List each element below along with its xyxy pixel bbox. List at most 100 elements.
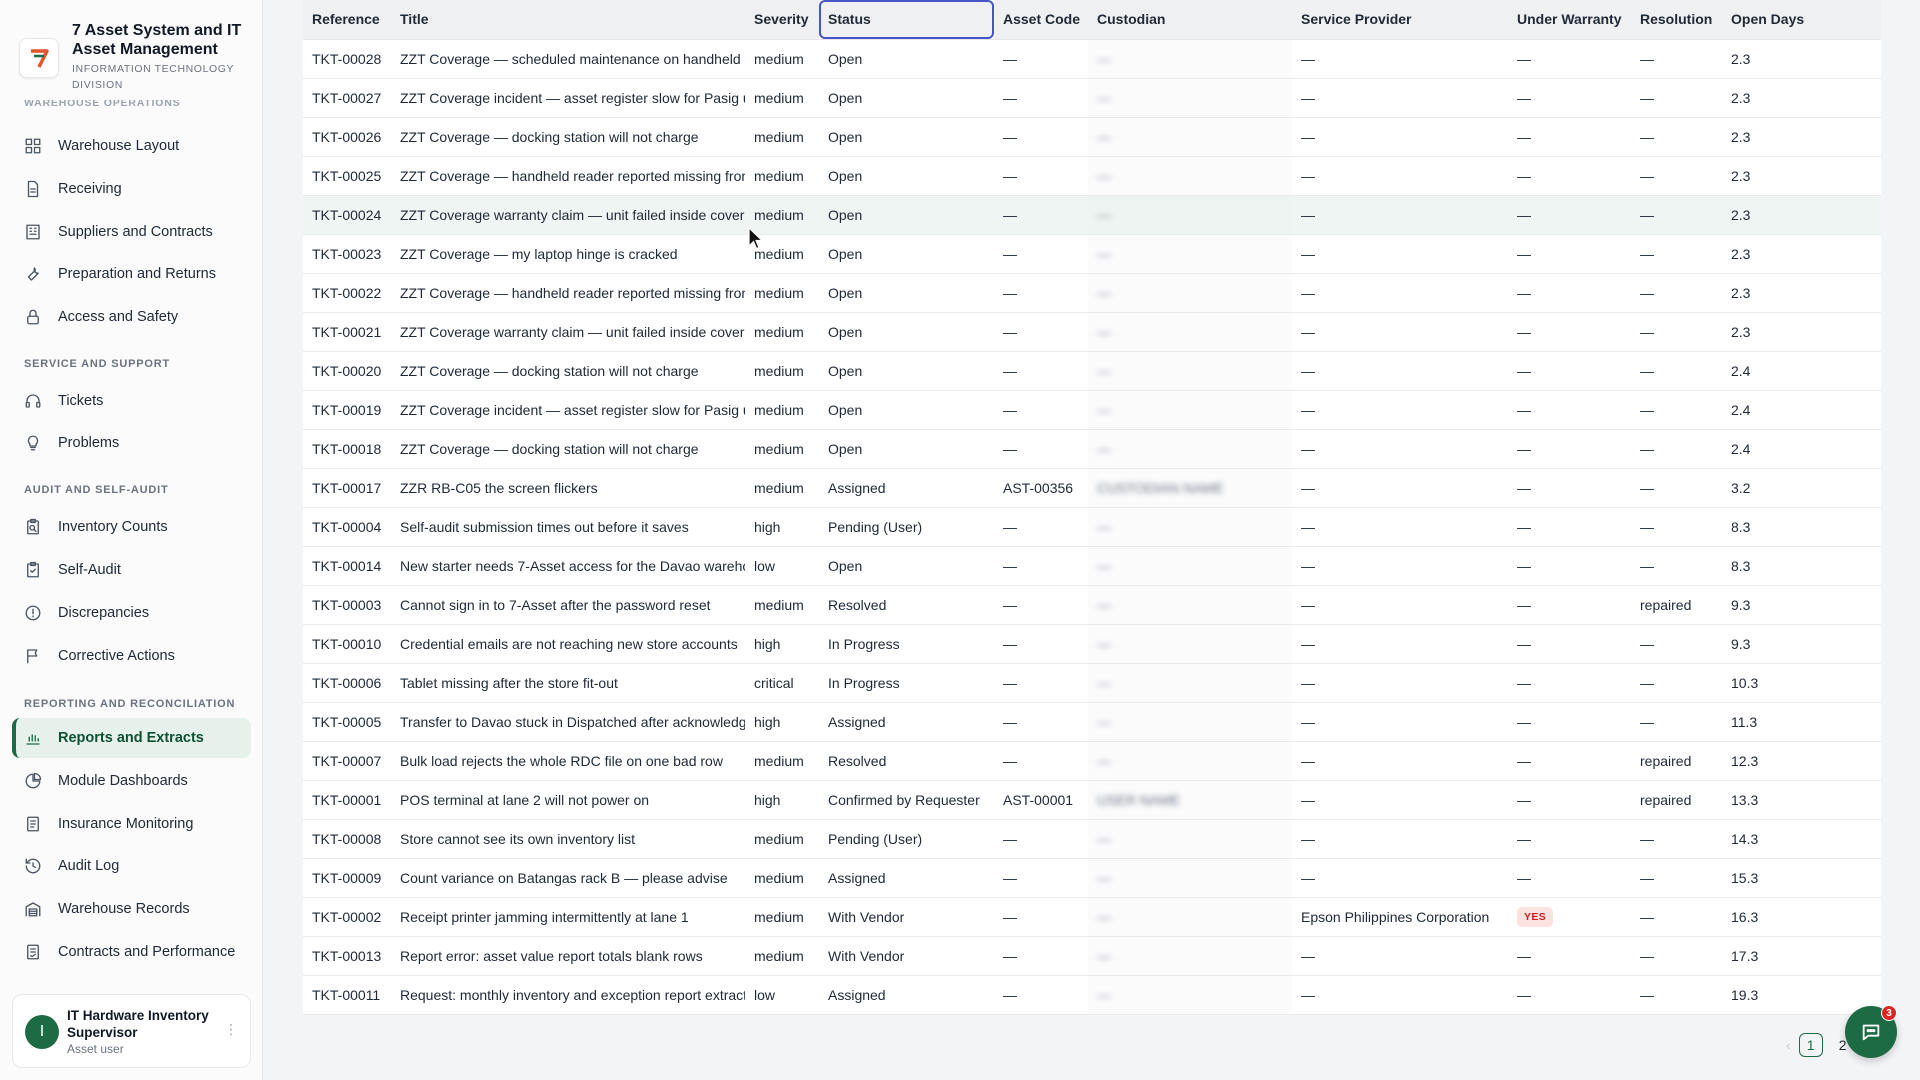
column-header-severity[interactable]: Severity bbox=[745, 0, 819, 40]
cell-title: ZZT Coverage — docking station will not … bbox=[391, 117, 745, 157]
cell-status: Assigned bbox=[819, 975, 994, 1015]
table-row[interactable]: TKT-00006 Tablet missing after the store … bbox=[303, 663, 1881, 703]
column-header-open-days[interactable]: Open Days bbox=[1722, 0, 1881, 40]
table-row[interactable]: TKT-00018 ZZT Coverage — docking station … bbox=[303, 429, 1881, 469]
cell-asset-code: AST-00001 bbox=[994, 780, 1088, 820]
sidebar-item-reports-and-extracts[interactable]: Reports and Extracts bbox=[12, 718, 251, 758]
sidebar-item-corrective-actions[interactable]: Corrective Actions bbox=[12, 636, 251, 676]
table-row[interactable]: TKT-00028 ZZT Coverage — scheduled mainte… bbox=[303, 39, 1881, 79]
sidebar-item-access-and-safety[interactable]: Access and Safety bbox=[12, 297, 251, 337]
table-row[interactable]: TKT-00020 ZZT Coverage — docking station … bbox=[303, 351, 1881, 391]
cell-service-provider: — bbox=[1292, 39, 1508, 79]
cell-reference[interactable]: TKT-00013 bbox=[303, 936, 391, 976]
table-row[interactable]: TKT-00024 ZZT Coverage warranty claim — u… bbox=[303, 195, 1881, 235]
shield-doc-icon bbox=[24, 815, 42, 833]
sidebar-item-audit-log[interactable]: Audit Log bbox=[12, 846, 251, 886]
table-row[interactable]: TKT-00008 Store cannot see its own invent… bbox=[303, 819, 1881, 859]
cell-reference[interactable]: TKT-00010 bbox=[303, 624, 391, 664]
table-body: TKT-00028 ZZT Coverage — scheduled mainte… bbox=[303, 39, 1881, 1015]
table-row[interactable]: TKT-00021 ZZT Coverage warranty claim — u… bbox=[303, 312, 1881, 352]
table-row[interactable]: TKT-00004 Self-audit submission times out… bbox=[303, 507, 1881, 547]
sidebar-item-insurance-monitoring[interactable]: Insurance Monitoring bbox=[12, 804, 251, 844]
sidebar-item-suppliers-and-contracts[interactable]: Suppliers and Contracts bbox=[12, 212, 251, 252]
cell-reference[interactable]: TKT-00006 bbox=[303, 663, 391, 703]
cell-reference[interactable]: TKT-00020 bbox=[303, 351, 391, 391]
table-row[interactable]: TKT-00003 Cannot sign in to 7-Asset after… bbox=[303, 585, 1881, 625]
cell-severity: medium bbox=[745, 312, 819, 352]
cell-reference[interactable]: TKT-00026 bbox=[303, 117, 391, 157]
cell-reference[interactable]: TKT-00002 bbox=[303, 897, 391, 937]
table-row[interactable]: TKT-00023 ZZT Coverage — my laptop hinge … bbox=[303, 234, 1881, 274]
sidebar-item-inventory-counts[interactable]: Inventory Counts bbox=[12, 507, 251, 547]
table-row[interactable]: TKT-00022 ZZT Coverage — handheld reader … bbox=[303, 273, 1881, 313]
sidebar-item-tickets[interactable]: Tickets bbox=[12, 381, 251, 421]
column-header-asset-code[interactable]: Asset Code bbox=[994, 0, 1088, 40]
cell-under-warranty: — bbox=[1508, 507, 1631, 547]
chat-bubble-icon bbox=[1862, 1024, 1880, 1041]
cell-reference[interactable]: TKT-00022 bbox=[303, 273, 391, 313]
cell-resolution: repaired bbox=[1631, 741, 1722, 781]
page-1-button[interactable]: 1 bbox=[1798, 1033, 1823, 1057]
cell-reference[interactable]: TKT-00009 bbox=[303, 858, 391, 898]
user-card[interactable]: I IT Hardware Inventory Supervisor Asset… bbox=[12, 994, 251, 1068]
column-header-under-warranty[interactable]: Under Warranty bbox=[1508, 0, 1631, 40]
cell-reference[interactable]: TKT-00018 bbox=[303, 429, 391, 469]
cell-reference[interactable]: TKT-00011 bbox=[303, 975, 391, 1015]
table-row[interactable]: TKT-00002 Receipt printer jamming intermi… bbox=[303, 897, 1881, 937]
table-row[interactable]: TKT-00027 ZZT Coverage incident — asset r… bbox=[303, 78, 1881, 118]
table-row[interactable]: TKT-00009 Count variance on Batangas rack… bbox=[303, 858, 1881, 898]
column-header-service-provider[interactable]: Service Provider bbox=[1292, 0, 1508, 40]
table-row[interactable]: TKT-00005 Transfer to Davao stuck in Disp… bbox=[303, 702, 1881, 742]
cell-reference[interactable]: TKT-00024 bbox=[303, 195, 391, 235]
more-vertical-icon[interactable]: ⋮ bbox=[224, 1021, 238, 1038]
cell-reference[interactable]: TKT-00027 bbox=[303, 78, 391, 118]
sidebar-item-warehouse-records[interactable]: Warehouse Records bbox=[12, 889, 251, 929]
column-header-resolution[interactable]: Resolution bbox=[1631, 0, 1722, 40]
sidebar-item-contracts-and-performance[interactable]: Contracts and Performance bbox=[12, 932, 251, 972]
sidebar-item-preparation-and-returns[interactable]: Preparation and Returns bbox=[12, 254, 251, 294]
table-row[interactable]: TKT-00011 Request: monthly inventory and … bbox=[303, 975, 1881, 1015]
cell-severity: medium bbox=[745, 741, 819, 781]
column-header-reference[interactable]: Reference bbox=[303, 0, 391, 40]
cell-reference[interactable]: TKT-00005 bbox=[303, 702, 391, 742]
sidebar-item-discrepancies[interactable]: Discrepancies bbox=[12, 593, 251, 633]
cell-reference[interactable]: TKT-00023 bbox=[303, 234, 391, 274]
cell-reference[interactable]: TKT-00003 bbox=[303, 585, 391, 625]
cell-reference[interactable]: TKT-00025 bbox=[303, 156, 391, 196]
app-logo[interactable] bbox=[19, 38, 59, 78]
column-header-status[interactable]: Status bbox=[819, 0, 994, 40]
cell-reference[interactable]: TKT-00001 bbox=[303, 780, 391, 820]
clipboard-search-icon bbox=[24, 518, 42, 536]
sidebar-item-module-dashboards[interactable]: Module Dashboards bbox=[12, 761, 251, 801]
cell-reference[interactable]: TKT-00014 bbox=[303, 546, 391, 586]
cell-reference[interactable]: TKT-00028 bbox=[303, 39, 391, 79]
table-row[interactable]: TKT-00007 Bulk load rejects the whole RDC… bbox=[303, 741, 1881, 781]
table-row[interactable]: TKT-00013 Report error: asset value repor… bbox=[303, 936, 1881, 976]
sidebar-item-problems[interactable]: Problems bbox=[12, 423, 251, 463]
table-row[interactable]: TKT-00019 ZZT Coverage incident — asset r… bbox=[303, 390, 1881, 430]
sidebar-item-warehouse-layout[interactable]: Warehouse Layout bbox=[12, 126, 251, 166]
table-row[interactable]: TKT-00014 New starter needs 7-Asset acces… bbox=[303, 546, 1881, 586]
cell-reference[interactable]: TKT-00008 bbox=[303, 819, 391, 859]
prev-page-button[interactable]: ‹ bbox=[1786, 1037, 1791, 1053]
cell-reference[interactable]: TKT-00017 bbox=[303, 468, 391, 508]
column-header-custodian[interactable]: Custodian bbox=[1088, 0, 1292, 40]
cell-reference[interactable]: TKT-00019 bbox=[303, 390, 391, 430]
sidebar-item-receiving[interactable]: Receiving bbox=[12, 169, 251, 209]
cell-title: New starter needs 7-Asset access for the… bbox=[391, 546, 745, 586]
cell-severity: high bbox=[745, 624, 819, 664]
column-header-title[interactable]: Title bbox=[391, 0, 745, 40]
table-row[interactable]: TKT-00017 ZZR RB-C05 the screen flickers m… bbox=[303, 468, 1881, 508]
cell-reference[interactable]: TKT-00007 bbox=[303, 741, 391, 781]
table-row[interactable]: TKT-00001 POS terminal at lane 2 will not… bbox=[303, 780, 1881, 820]
cell-reference[interactable]: TKT-00004 bbox=[303, 507, 391, 547]
cell-custodian: — bbox=[1088, 117, 1292, 157]
cell-reference[interactable]: TKT-00021 bbox=[303, 312, 391, 352]
sidebar-item-label: Discrepancies bbox=[58, 605, 150, 621]
table-row[interactable]: TKT-00026 ZZT Coverage — docking station … bbox=[303, 117, 1881, 157]
sidebar-item-self-audit[interactable]: Self-Audit bbox=[12, 550, 251, 590]
cell-title: Cannot sign in to 7-Asset after the pass… bbox=[391, 585, 745, 625]
cell-severity: medium bbox=[745, 429, 819, 469]
table-row[interactable]: TKT-00010 Credential emails are not reach… bbox=[303, 624, 1881, 664]
table-row[interactable]: TKT-00025 ZZT Coverage — handheld reader … bbox=[303, 156, 1881, 196]
